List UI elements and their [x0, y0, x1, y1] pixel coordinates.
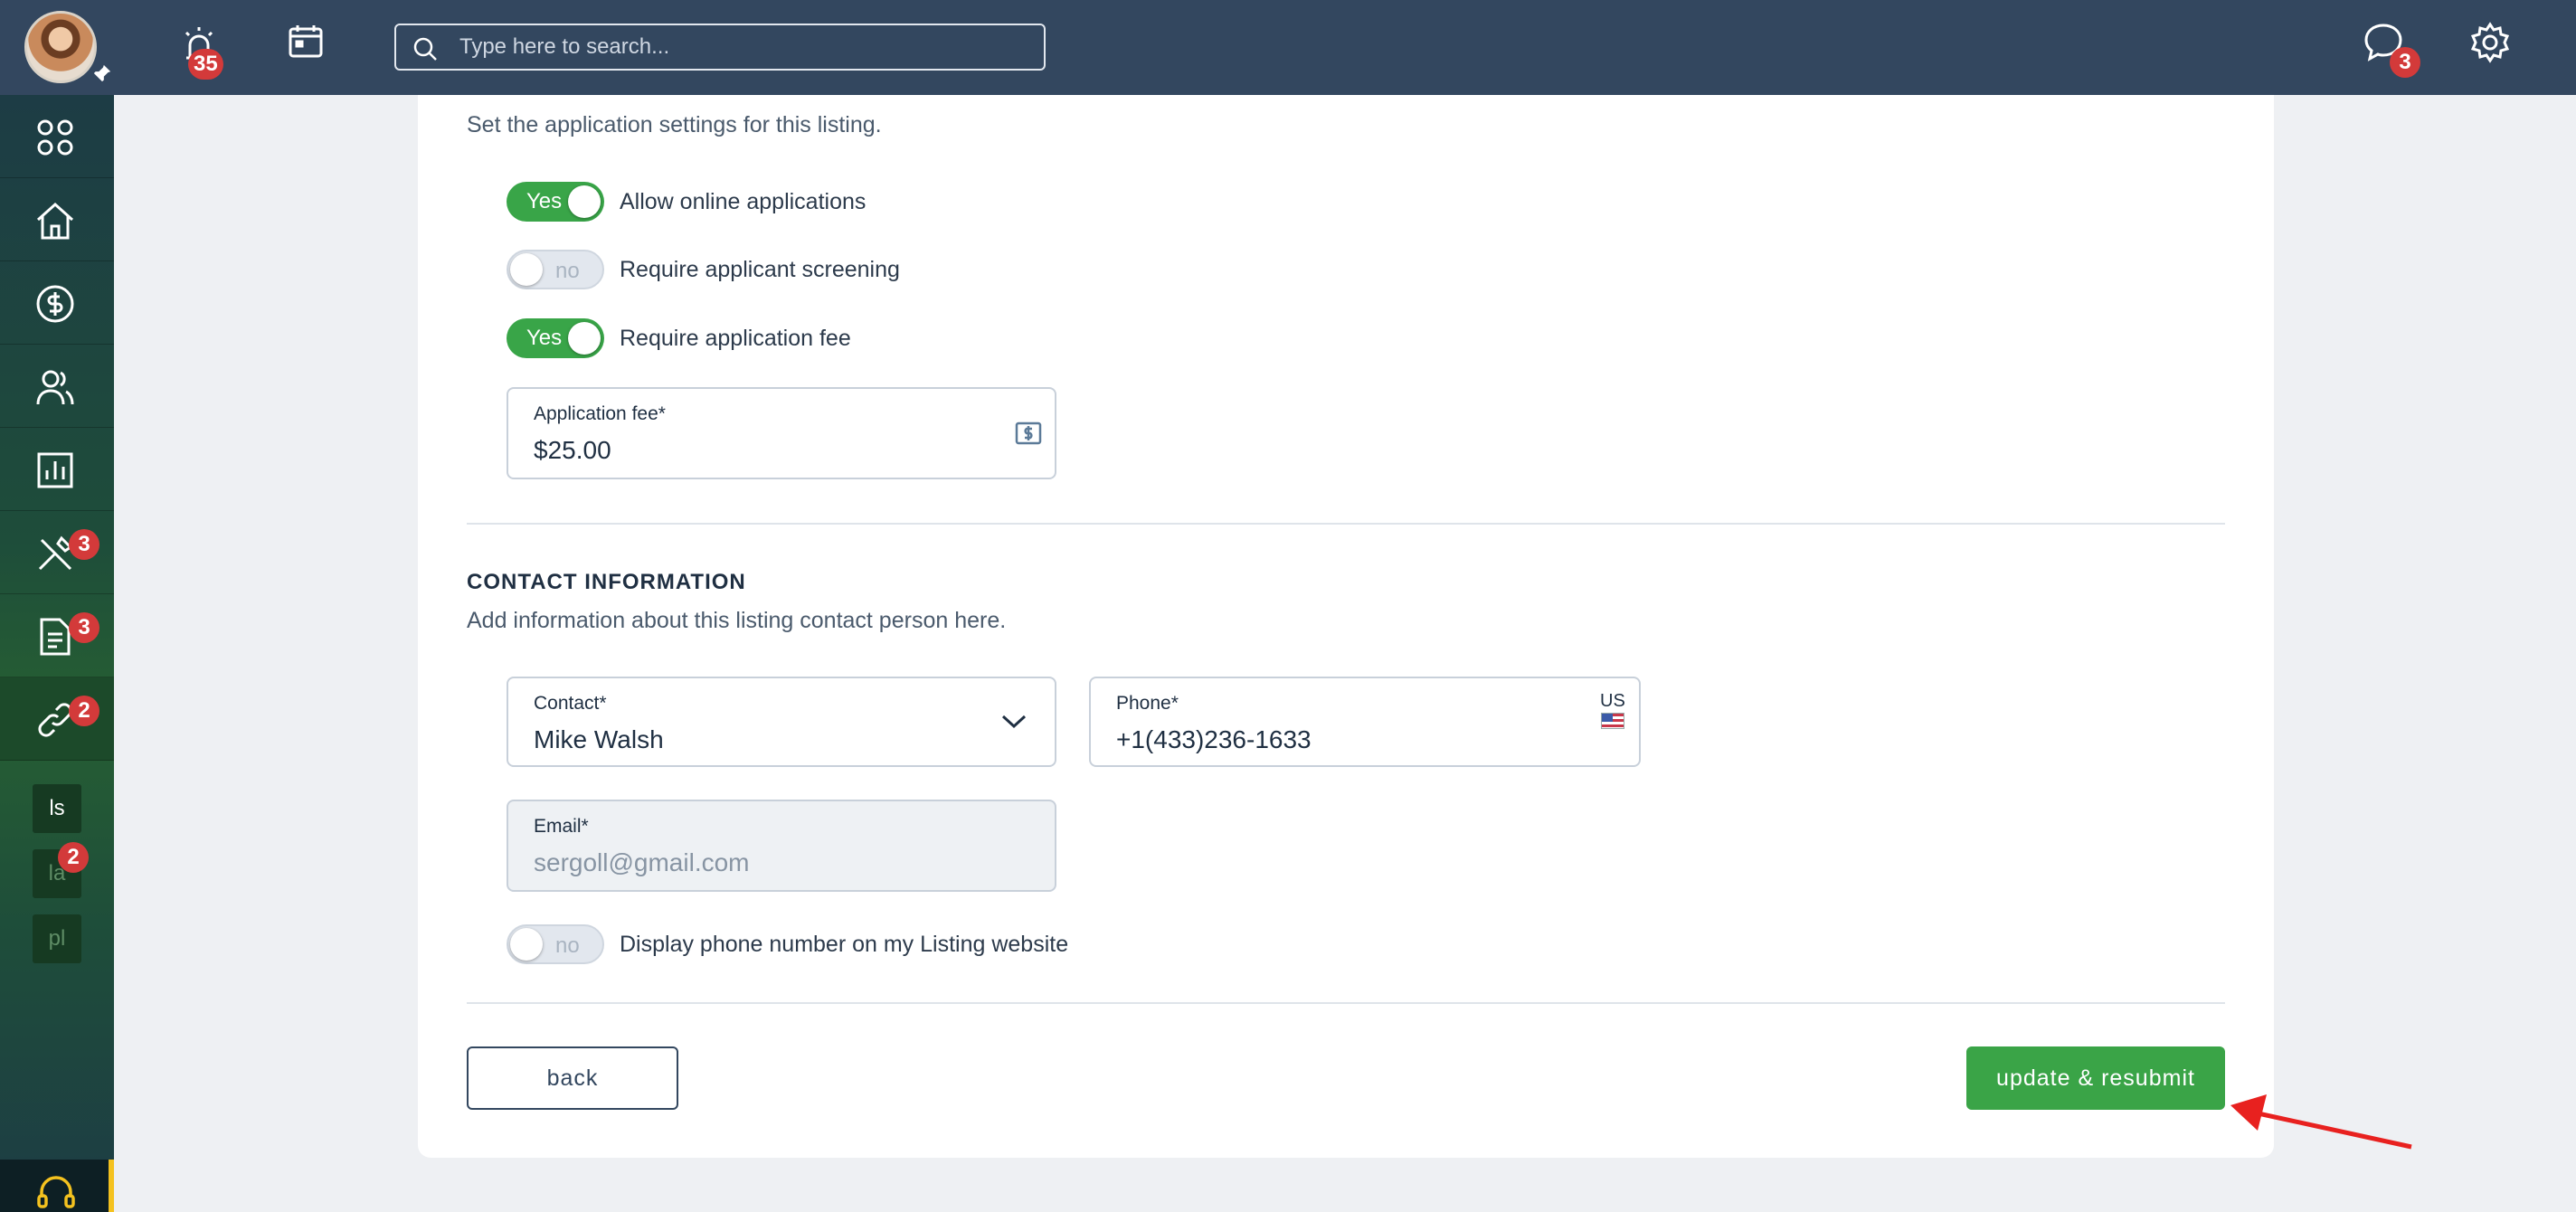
require-fee-toggle[interactable]: Yes — [507, 318, 604, 358]
sidebar-item-documents[interactable]: 3 — [0, 594, 114, 677]
contact-label: Contact* — [534, 693, 607, 714]
sidebar-item-apps[interactable] — [0, 95, 114, 178]
application-fee-value: $25.00 — [534, 436, 611, 464]
top-bar: 35 3 — [0, 0, 2576, 95]
messages-badge: 3 — [2390, 47, 2420, 78]
sidebar-item-people[interactable] — [0, 345, 114, 428]
search-input[interactable] — [459, 25, 1029, 69]
contact-information-title: CONTACT INFORMATION — [467, 570, 746, 594]
annotation-arrow-icon — [2230, 1094, 2412, 1150]
home-icon — [36, 202, 74, 240]
email-value: sergoll@gmail.com — [534, 848, 750, 876]
application-settings-description: Set the application settings for this li… — [467, 112, 882, 137]
sidebar-subitem-la-badge: 2 — [58, 842, 89, 873]
contact-select[interactable]: Contact* Mike Walsh — [507, 677, 1056, 767]
dollar-circle-icon — [36, 285, 74, 323]
sidebar-item-listings[interactable]: 2 — [0, 677, 114, 761]
people-icon — [36, 370, 74, 405]
currency-icon — [1015, 421, 1042, 445]
listings-badge: 2 — [69, 696, 99, 726]
phone-value: +1(433)236-1633 — [1116, 725, 1312, 753]
update-resubmit-button[interactable]: update & resubmit — [1966, 1046, 2225, 1110]
headset-icon — [37, 1176, 75, 1208]
settings-gear-icon[interactable] — [2469, 22, 2520, 72]
messages-icon[interactable]: 3 — [2363, 22, 2420, 78]
us-flag-icon[interactable] — [1601, 713, 1624, 729]
require-screening-toggle[interactable]: no — [507, 250, 604, 289]
sidebar: 3 3 2 ls la 2 pl — [0, 95, 114, 1212]
sidebar-subitem-pl[interactable]: pl — [33, 914, 81, 963]
alerts-badge: 35 — [188, 49, 223, 80]
contact-information-description: Add information about this listing conta… — [467, 608, 1007, 633]
application-fee-label: Application fee* — [534, 403, 666, 424]
phone-field[interactable]: Phone* +1(433)236-1633 — [1089, 677, 1641, 767]
sidebar-subitem-ls[interactable]: ls — [33, 784, 81, 833]
calendar-icon[interactable] — [286, 22, 336, 72]
require-fee-label: Require application fee — [620, 326, 851, 351]
actions-divider — [467, 1002, 2225, 1004]
sidebar-item-reports[interactable] — [0, 428, 114, 511]
apps-grid-icon — [37, 119, 73, 156]
email-field: Email* sergoll@gmail.com — [507, 800, 1056, 892]
sidebar-item-home[interactable] — [0, 178, 114, 261]
bar-chart-icon — [37, 452, 73, 488]
back-button[interactable]: back — [467, 1046, 678, 1110]
allow-online-applications-label: Allow online applications — [620, 189, 867, 214]
phone-label: Phone* — [1116, 693, 1179, 714]
user-avatar[interactable] — [24, 11, 97, 83]
email-label: Email* — [534, 816, 589, 837]
sidebar-item-maintenance[interactable]: 3 — [0, 511, 114, 594]
phone-country-code[interactable]: US — [1600, 691, 1625, 712]
help-support[interactable] — [0, 1160, 114, 1212]
pin-icon[interactable] — [92, 63, 112, 83]
section-divider — [467, 523, 2225, 525]
sidebar-item-payments[interactable] — [0, 261, 114, 345]
display-phone-label: Display phone number on my Listing websi… — [620, 932, 1069, 957]
display-phone-toggle[interactable]: no — [507, 924, 604, 964]
contact-value: Mike Walsh — [534, 725, 664, 753]
application-fee-field[interactable]: Application fee* $25.00 — [507, 387, 1056, 479]
allow-online-applications-toggle[interactable]: Yes — [507, 182, 604, 222]
chevron-down-icon — [1001, 715, 1027, 729]
documents-badge: 3 — [69, 612, 99, 643]
require-screening-label: Require applicant screening — [620, 257, 900, 282]
alerts-icon[interactable]: 35 — [177, 22, 228, 80]
search-box[interactable] — [394, 24, 1046, 71]
search-icon — [413, 37, 437, 61]
maintenance-badge: 3 — [69, 529, 99, 560]
